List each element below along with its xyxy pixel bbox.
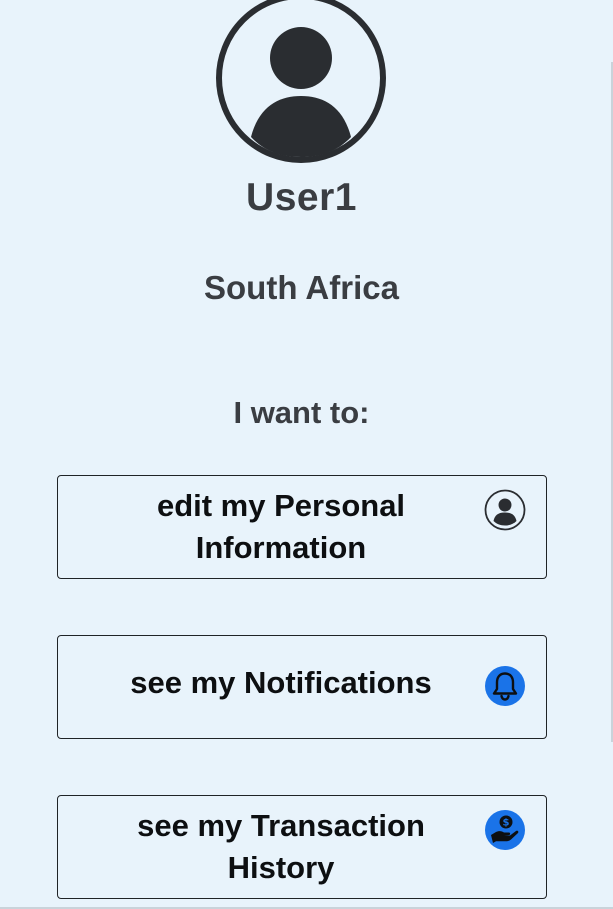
money-hand-icon: $ bbox=[485, 810, 525, 850]
transaction-history-button[interactable]: see my Transaction History $ bbox=[57, 795, 547, 899]
action-prompt: I want to: bbox=[233, 395, 370, 430]
user-country: South Africa bbox=[204, 269, 399, 306]
bell-icon bbox=[485, 666, 525, 706]
username: User1 bbox=[246, 176, 357, 219]
avatar-icon bbox=[216, 0, 386, 163]
transaction-history-label: see my Transaction History bbox=[137, 808, 425, 885]
edit-personal-info-label: edit my Personal Information bbox=[156, 488, 406, 565]
notifications-button[interactable]: see my Notifications bbox=[57, 635, 547, 739]
notifications-label: see my Notifications bbox=[130, 664, 432, 700]
svg-text:$: $ bbox=[503, 818, 510, 829]
edit-personal-info-button[interactable]: edit my Personal Information bbox=[57, 475, 547, 579]
user-circle-icon bbox=[484, 489, 526, 531]
